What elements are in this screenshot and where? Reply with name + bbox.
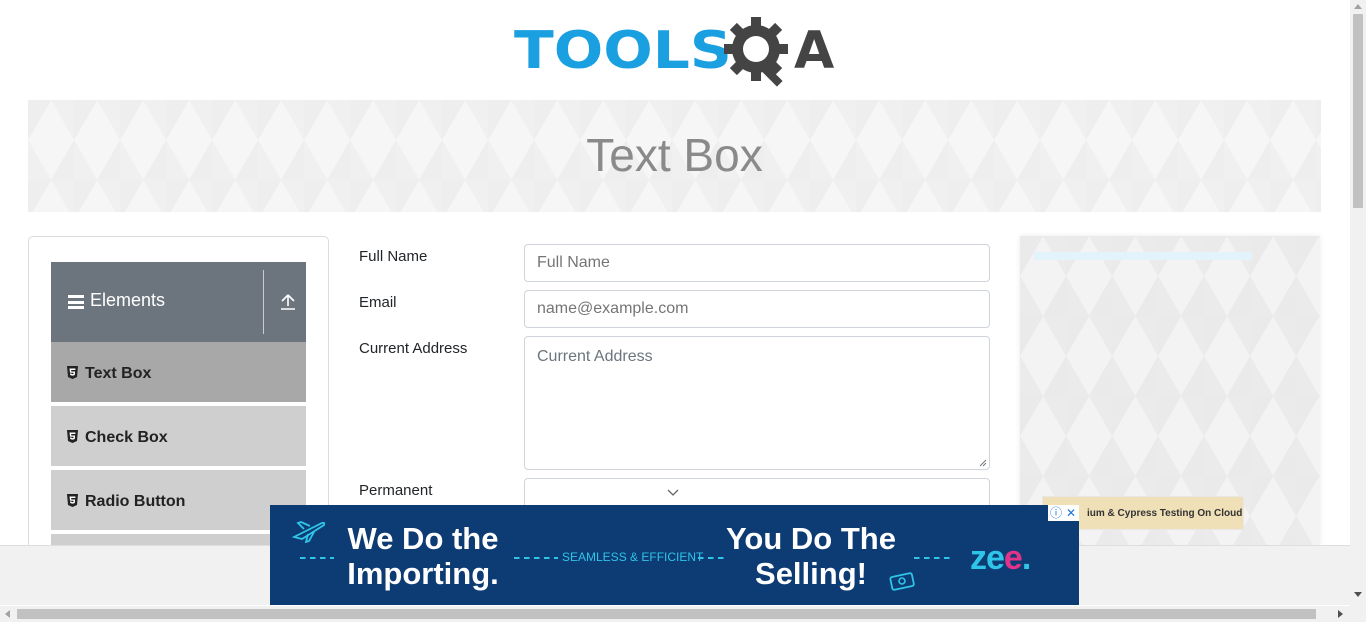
ad-placeholder-bar (1034, 252, 1252, 260)
logo-suffix: A (794, 21, 835, 81)
ad-headline-1: We Do the Importing. (347, 521, 499, 591)
ad-tagline: SEAMLESS & EFFICIENT (562, 550, 704, 564)
hamburger-icon (68, 295, 84, 309)
sidebar-item-check-box[interactable]: Check Box (51, 406, 306, 468)
html5-icon (67, 430, 78, 443)
scroll-down-icon[interactable] (1354, 592, 1362, 597)
sidebar-item-label: Check Box (85, 429, 168, 446)
sidebar-group-elements[interactable]: Elements (51, 262, 306, 342)
scrollbar-thumb[interactable] (1353, 14, 1363, 208)
close-icon[interactable]: ✕ (1066, 505, 1076, 521)
ad-headline-2: You Do The Selling! (726, 521, 896, 591)
scroll-right-icon[interactable] (1338, 610, 1343, 618)
html5-icon (67, 494, 78, 507)
current-address-textarea[interactable]: Current Address (524, 336, 990, 470)
side-advertisement[interactable]: ium & Cypress Testing On Cloud (1020, 236, 1320, 546)
html5-icon (67, 366, 78, 379)
dashed-line (300, 557, 334, 559)
email-label: Email (359, 294, 397, 311)
scrollbar-thumb[interactable] (17, 609, 1316, 619)
horizontal-scrollbar[interactable] (0, 606, 1366, 622)
page-banner: Text Box (28, 100, 1321, 212)
sidebar-item-radio-button[interactable]: Radio Button (51, 470, 306, 532)
full-name-input[interactable] (524, 244, 990, 282)
ad-brand-logo: zee. (970, 539, 1031, 577)
page-title: Text Box (586, 129, 763, 181)
dashed-line (914, 557, 950, 559)
dashed-line (698, 557, 728, 559)
current-address-placeholder: Current Address (537, 348, 653, 365)
vertical-scrollbar[interactable] (1350, 0, 1366, 606)
sidebar-item-label: Text Box (85, 365, 152, 382)
full-name-label: Full Name (359, 248, 428, 265)
resize-grip-icon[interactable] (979, 459, 987, 467)
chevron-down-icon (667, 489, 679, 496)
permanent-address-label: Permanent (359, 482, 433, 499)
ad-choices[interactable]: ⓘ ✕ (1048, 505, 1079, 521)
info-icon[interactable]: ⓘ (1050, 505, 1062, 521)
scroll-left-icon[interactable] (5, 610, 10, 618)
site-logo[interactable]: TOOLS A (514, 15, 839, 91)
header-divider (263, 270, 264, 334)
current-address-label: Current Address (359, 340, 468, 357)
scroll-up-icon[interactable] (1354, 4, 1362, 9)
airplane-icon (292, 521, 326, 543)
sidebar-group-title: Elements (90, 290, 166, 310)
logo-text: TOOLS (514, 21, 732, 81)
upload-arrow-icon[interactable] (280, 293, 296, 311)
email-input[interactable] (524, 290, 990, 328)
money-icon (889, 572, 915, 591)
dashed-line (514, 557, 558, 559)
advertisement-banner[interactable]: We Do the Importing. SEAMLESS & EFFICIEN… (270, 505, 1079, 605)
sidebar-item-label: Radio Button (85, 493, 186, 510)
sidebar-item-text-box[interactable]: Text Box (51, 342, 306, 404)
gear-magnifier-icon (724, 17, 788, 87)
